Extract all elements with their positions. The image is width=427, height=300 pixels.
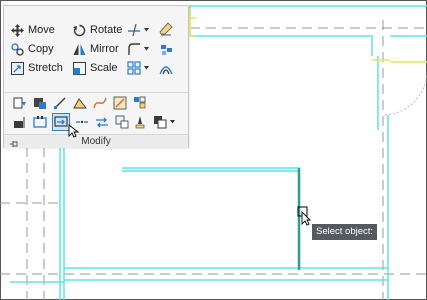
scale-button[interactable]: Scale <box>72 60 118 76</box>
mirror-label: Mirror <box>90 43 119 55</box>
fillet-icon[interactable] <box>126 41 142 57</box>
blend-curves-icon[interactable] <box>112 95 128 111</box>
lengthen-icon[interactable] <box>32 95 48 111</box>
chevron-down-icon[interactable] <box>169 114 176 130</box>
move-button[interactable]: Move <box>10 22 55 38</box>
scale-label: Scale <box>90 62 118 74</box>
join-icon[interactable] <box>32 114 48 130</box>
spline-icon[interactable] <box>92 95 108 111</box>
explode-icon[interactable] <box>158 41 174 57</box>
rotate-label: Rotate <box>90 24 123 36</box>
copy-icon <box>10 42 24 56</box>
modify-panel: Move Rotate Copy Mirror Stretch Scale Mo… <box>3 5 189 148</box>
mirror-button[interactable]: Mirror <box>72 41 119 57</box>
offset-icon[interactable] <box>158 60 174 76</box>
erase-icon[interactable] <box>158 21 174 37</box>
pickbox-cursor-icon <box>297 206 311 226</box>
modify-panel-footer[interactable]: Modify <box>4 134 188 148</box>
copy-label: Copy <box>28 43 54 55</box>
stretch-label: Stretch <box>28 62 63 74</box>
draw-order-icon[interactable] <box>152 114 168 130</box>
boundary-icon[interactable] <box>132 114 148 130</box>
copy-button[interactable]: Copy <box>10 41 54 57</box>
chevron-down-icon[interactable] <box>143 60 150 76</box>
array-icon[interactable] <box>126 60 142 76</box>
break-icon[interactable] <box>52 95 68 111</box>
panel-title: Modify <box>81 136 111 147</box>
stretch-icon <box>10 61 24 75</box>
align-icon[interactable] <box>12 114 28 130</box>
chevron-down-icon[interactable] <box>143 41 150 57</box>
chevron-down-icon[interactable] <box>143 22 150 38</box>
command-prompt-tooltip: Select object: <box>312 224 378 240</box>
edit-attribute-icon[interactable] <box>114 114 130 130</box>
reverse-icon[interactable] <box>94 114 110 130</box>
stretch-button[interactable]: Stretch <box>10 60 63 76</box>
scale-icon <box>72 61 86 75</box>
mirror-icon <box>72 42 86 56</box>
edit-polyline-icon[interactable] <box>72 95 88 111</box>
block-icon[interactable] <box>132 95 148 111</box>
move-label: Move <box>28 24 55 36</box>
door-swing-arc <box>384 74 427 116</box>
trim-extend-icon[interactable] <box>126 22 142 38</box>
move-icon <box>10 23 24 37</box>
arrow-cursor-icon <box>68 124 80 138</box>
copy-properties-icon[interactable] <box>12 95 28 111</box>
rotate-icon <box>72 23 86 37</box>
yellow-lines <box>186 8 427 63</box>
rotate-button[interactable]: Rotate <box>72 22 122 38</box>
